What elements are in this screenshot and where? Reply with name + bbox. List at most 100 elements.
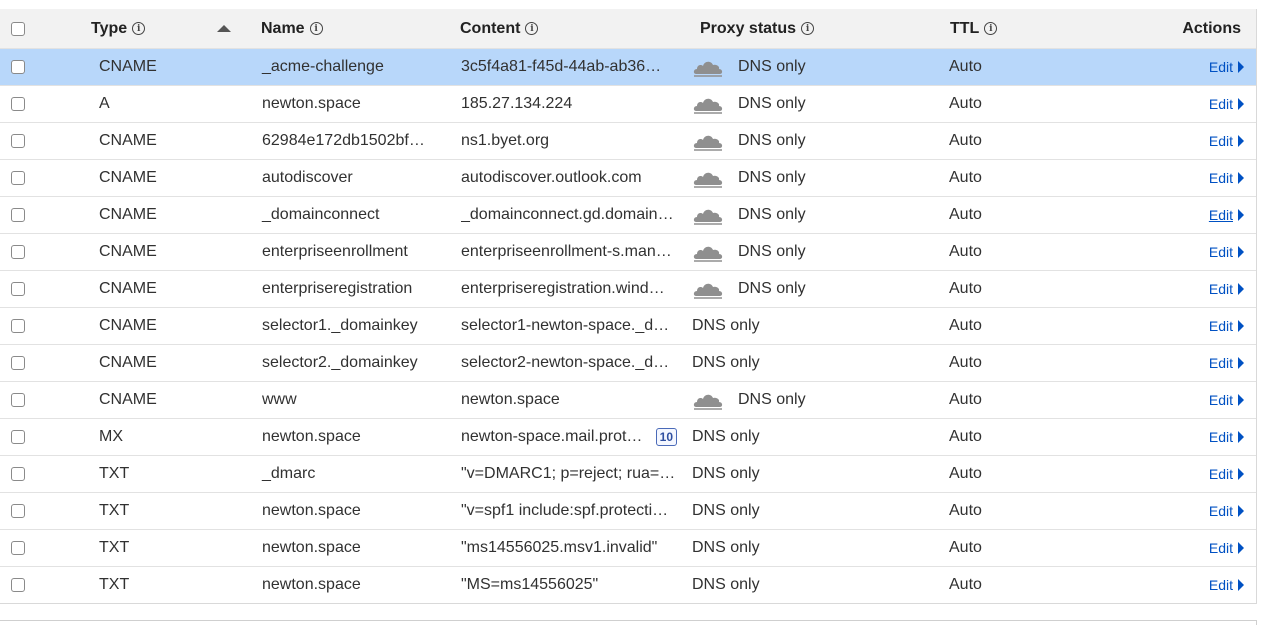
row-checkbox[interactable]	[11, 208, 25, 222]
edit-button[interactable]: Edit	[1209, 355, 1244, 371]
record-content: "MS=ms14556025"	[461, 567, 677, 603]
table-row[interactable]: TXT newton.space "MS=ms14556025" DNS onl…	[0, 566, 1256, 603]
table-row[interactable]: CNAME 62984e172db1502bf… ns1.byet.org DN…	[0, 122, 1256, 159]
row-checkbox[interactable]	[11, 504, 25, 518]
edit-button[interactable]: Edit	[1209, 503, 1244, 519]
table-row[interactable]: CNAME www newton.space DNS only Auto Edi…	[0, 381, 1256, 418]
record-content-text: newton.space	[461, 391, 560, 408]
table-row[interactable]: CNAME enterpriseenrollment enterpriseenr…	[0, 233, 1256, 270]
row-checkbox[interactable]	[11, 134, 25, 148]
edit-button[interactable]: Edit	[1209, 59, 1244, 75]
record-name: www	[262, 391, 297, 408]
record-content: _domainconnect.gd.domain…	[461, 197, 677, 233]
edit-button[interactable]: Edit	[1209, 466, 1244, 482]
table-row[interactable]: CNAME enterpriseregistration enterpriser…	[0, 270, 1256, 307]
row-checkbox[interactable]	[11, 356, 25, 370]
edit-label: Edit	[1208, 577, 1233, 593]
record-name: selector2._domainkey	[262, 354, 418, 371]
sort-ascending-icon[interactable]	[217, 25, 231, 32]
info-icon[interactable]: i	[309, 22, 323, 35]
proxy-status-label: DNS only	[738, 169, 806, 186]
select-all-checkbox[interactable]	[11, 21, 25, 36]
table-row[interactable]: CNAME selector2._domainkey selector2-new…	[0, 344, 1256, 381]
row-checkbox[interactable]	[11, 578, 25, 592]
info-icon[interactable]: i	[132, 22, 146, 35]
header-type[interactable]: Type i	[91, 9, 146, 48]
table-row[interactable]: MX newton.space newton-space.mail.prot… …	[0, 418, 1256, 455]
edit-button[interactable]: Edit	[1209, 170, 1244, 186]
header-name[interactable]: Name i	[261, 9, 323, 48]
caret-right-icon	[1238, 209, 1244, 221]
actions-cell: Edit	[1209, 271, 1244, 307]
table-row[interactable]: CNAME selector1._domainkey selector1-new…	[0, 307, 1256, 344]
proxy-status: DNS only	[692, 493, 760, 529]
record-content-text: "MS=ms14556025"	[461, 576, 599, 593]
caret-right-icon	[1238, 579, 1244, 591]
header-proxy-status[interactable]: Proxy status i	[700, 9, 815, 48]
cloud-icon	[693, 209, 723, 225]
row-select-cell	[11, 493, 25, 529]
row-checkbox[interactable]	[11, 60, 25, 74]
row-select-cell	[11, 49, 25, 85]
proxy-status: DNS only	[692, 308, 760, 344]
edit-button[interactable]: Edit	[1209, 318, 1244, 334]
table-row[interactable]: CNAME _acme-challenge 3c5f4a81-f45d-44ab…	[0, 48, 1256, 85]
row-checkbox[interactable]	[11, 430, 25, 444]
edit-button[interactable]: Edit	[1209, 244, 1244, 260]
edit-button[interactable]: Edit	[1209, 429, 1244, 445]
record-type: TXT	[99, 502, 130, 519]
caret-right-icon	[1238, 505, 1244, 517]
record-content-text: autodiscover.outlook.com	[461, 169, 642, 186]
proxy-status: DNS only	[692, 86, 806, 122]
proxy-status: DNS only	[692, 160, 806, 196]
record-ttl: Auto	[949, 58, 982, 75]
table-row[interactable]: CNAME autodiscover autodiscover.outlook.…	[0, 159, 1256, 196]
record-type: CNAME	[99, 169, 157, 186]
top-strip	[0, 0, 1272, 9]
row-select-cell	[11, 86, 25, 122]
cloud-icon	[693, 246, 723, 262]
actions-cell: Edit	[1209, 530, 1244, 566]
table-row[interactable]: TXT newton.space "v=spf1 include:spf.pro…	[0, 492, 1256, 529]
caret-right-icon	[1238, 172, 1244, 184]
cloud-icon	[693, 135, 723, 151]
info-icon[interactable]: i	[525, 22, 539, 35]
edit-label: Edit	[1208, 244, 1233, 260]
row-checkbox[interactable]	[11, 282, 25, 296]
row-checkbox[interactable]	[11, 245, 25, 259]
info-icon[interactable]: i	[984, 22, 998, 35]
edit-button[interactable]: Edit	[1209, 207, 1244, 223]
record-content-text: selector2-newton-space._d…	[461, 354, 670, 371]
row-checkbox[interactable]	[11, 393, 25, 407]
table-row[interactable]: TXT _dmarc "v=DMARC1; p=reject; rua=… DN…	[0, 455, 1256, 492]
header-ttl[interactable]: TTL i	[950, 9, 998, 48]
table-row[interactable]: TXT newton.space "ms14556025.msv1.invali…	[0, 529, 1256, 566]
proxy-status: DNS only	[692, 456, 760, 492]
edit-button[interactable]: Edit	[1209, 281, 1244, 297]
record-ttl: Auto	[949, 391, 982, 408]
header-content[interactable]: Content i	[460, 9, 676, 48]
table-row[interactable]: CNAME _domainconnect _domainconnect.gd.d…	[0, 196, 1256, 233]
row-checkbox[interactable]	[11, 171, 25, 185]
row-checkbox[interactable]	[11, 97, 25, 111]
record-ttl: Auto	[949, 576, 982, 593]
row-checkbox[interactable]	[11, 541, 25, 555]
edit-button[interactable]: Edit	[1209, 392, 1244, 408]
row-checkbox[interactable]	[11, 467, 25, 481]
table-row[interactable]: A newton.space 185.27.134.224 DNS only A…	[0, 85, 1256, 122]
record-type: TXT	[99, 539, 130, 556]
priority-badge: 10	[655, 428, 677, 446]
proxy-status-label: DNS only	[692, 539, 760, 556]
record-name: 62984e172db1502bf…	[262, 132, 425, 149]
proxy-status: DNS only	[692, 49, 806, 85]
edit-button[interactable]: Edit	[1209, 540, 1244, 556]
actions-cell: Edit	[1209, 160, 1244, 196]
info-icon[interactable]: i	[801, 22, 815, 35]
edit-button[interactable]: Edit	[1209, 133, 1244, 149]
edit-label: Edit	[1208, 429, 1233, 445]
record-ttl: Auto	[949, 465, 982, 482]
record-type: A	[99, 95, 110, 112]
edit-button[interactable]: Edit	[1209, 96, 1244, 112]
row-checkbox[interactable]	[11, 319, 25, 333]
edit-button[interactable]: Edit	[1209, 577, 1244, 593]
